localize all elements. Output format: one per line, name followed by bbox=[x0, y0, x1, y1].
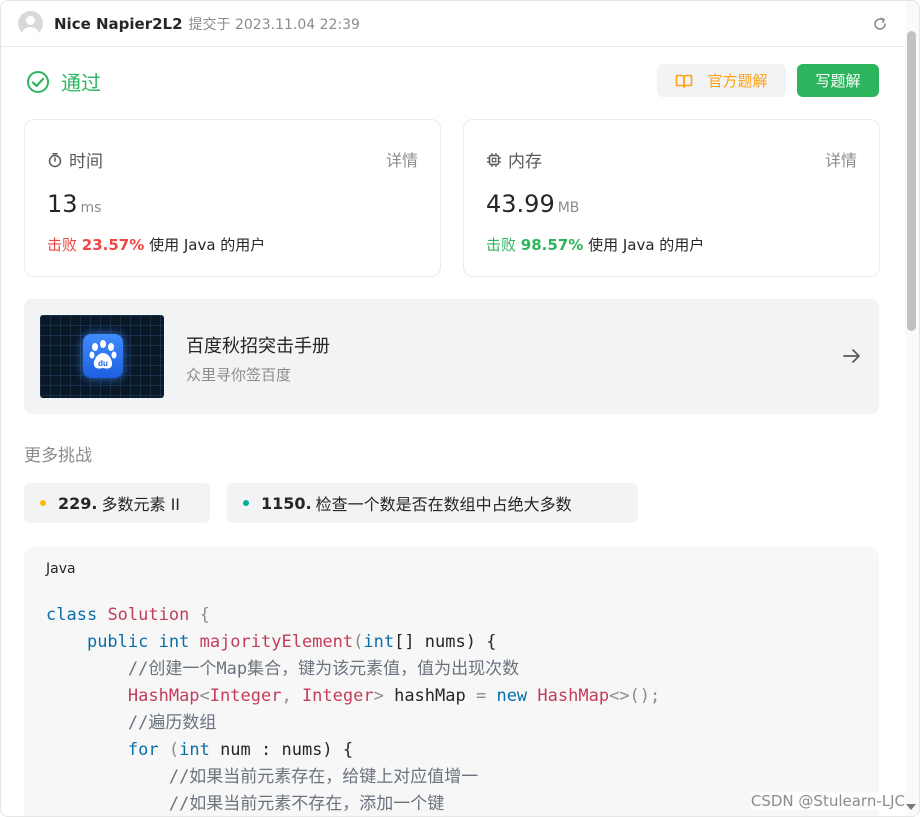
stopwatch-icon bbox=[48, 152, 62, 167]
challenge-title: 检查一个数是否在数组中占绝大多数 bbox=[315, 495, 572, 514]
runtime-beat-label: 击败 bbox=[47, 236, 78, 254]
submitted-time: 提交于 2023.11.04 22:39 bbox=[188, 16, 360, 33]
code-block: Java class Solution { public int majorit… bbox=[24, 547, 879, 816]
runtime-beat: 击败 23.57% 使用 Java 的用户 bbox=[47, 234, 265, 255]
status-label: 通过 bbox=[61, 71, 101, 95]
runtime-number: 13 bbox=[47, 190, 78, 218]
submission-panel: Nice Napier2L2 提交于 2023.11.04 22:39 通过 官… bbox=[0, 0, 920, 817]
official-solution-button[interactable]: 官方题解 bbox=[657, 64, 786, 97]
write-solution-button[interactable]: 写题解 bbox=[797, 64, 879, 97]
memory-number: 43.99 bbox=[486, 190, 555, 218]
challenge-number: 1150. bbox=[261, 493, 312, 513]
memory-card: 内存 详情 43.99 MB 击败 98.57% 使用 Java 的用户 bbox=[463, 119, 880, 277]
memory-beat: 击败 98.57% 使用 Java 的用户 bbox=[486, 234, 704, 255]
runtime-unit: ms bbox=[80, 200, 102, 216]
memory-unit: MB bbox=[557, 200, 580, 216]
memory-beat-label: 击败 bbox=[486, 236, 517, 254]
scrollbar[interactable] bbox=[905, 1, 919, 816]
promo-subtitle: 众里寻你签百度 bbox=[186, 366, 292, 384]
runtime-title: 时间 bbox=[47, 147, 103, 172]
runtime-beat-suffix: 使用 Java 的用户 bbox=[149, 236, 266, 254]
memory-beat-percent: 98.57% bbox=[520, 236, 584, 254]
challenge-chip[interactable]: 1150. 检查一个数是否在数组中占绝大多数 bbox=[227, 483, 638, 523]
watermark: CSDN @Stulearn-LJC bbox=[750, 792, 905, 810]
more-challenges-title: 更多挑战 bbox=[24, 446, 92, 466]
challenge-number: 229. bbox=[58, 493, 98, 513]
challenge-title: 多数元素 II bbox=[101, 495, 181, 514]
username[interactable]: Nice Napier2L2 bbox=[54, 15, 183, 33]
chip-icon bbox=[487, 152, 501, 167]
book-icon bbox=[676, 74, 693, 88]
memory-value: 43.99 MB bbox=[486, 190, 579, 218]
baidu-banner-image: du bbox=[40, 315, 164, 398]
memory-detail-link[interactable]: 详情 bbox=[825, 147, 857, 171]
memory-beat-suffix: 使用 Java 的用户 bbox=[588, 236, 705, 254]
svg-text:du: du bbox=[98, 359, 108, 368]
runtime-detail-link[interactable]: 详情 bbox=[386, 147, 418, 171]
memory-title: 内存 bbox=[486, 147, 542, 172]
avatar[interactable] bbox=[18, 11, 43, 36]
runtime-value: 13 ms bbox=[47, 190, 101, 218]
refresh-icon[interactable] bbox=[872, 16, 888, 32]
promo-banner[interactable]: du 百度秋招突击手册 众里寻你签百度 bbox=[24, 299, 879, 414]
scroll-down-icon[interactable] bbox=[906, 804, 916, 810]
status-accepted: 通过 bbox=[26, 67, 101, 96]
memory-title-label: 内存 bbox=[508, 152, 542, 172]
challenge-chip[interactable]: 229. 多数元素 II bbox=[24, 483, 210, 523]
difficulty-dot bbox=[243, 500, 249, 506]
code-language: Java bbox=[46, 561, 76, 577]
promo-title: 百度秋招突击手册 bbox=[186, 336, 330, 357]
runtime-card: 时间 详情 13 ms 击败 23.57% 使用 Java 的用户 bbox=[24, 119, 441, 277]
arrow-right-icon[interactable] bbox=[842, 346, 862, 366]
runtime-beat-percent: 23.57% bbox=[81, 236, 145, 254]
baidu-logo-icon: du bbox=[83, 334, 123, 378]
difficulty-dot bbox=[40, 500, 46, 506]
runtime-title-label: 时间 bbox=[69, 152, 103, 172]
check-circle-icon bbox=[27, 70, 49, 93]
write-solution-label: 写题解 bbox=[815, 72, 861, 90]
scrollbar-thumb[interactable] bbox=[907, 31, 916, 331]
code-content[interactable]: class Solution { public int majorityElem… bbox=[46, 602, 660, 816]
official-solution-label: 官方题解 bbox=[707, 72, 768, 90]
submission-header: Nice Napier2L2 提交于 2023.11.04 22:39 bbox=[1, 1, 919, 47]
